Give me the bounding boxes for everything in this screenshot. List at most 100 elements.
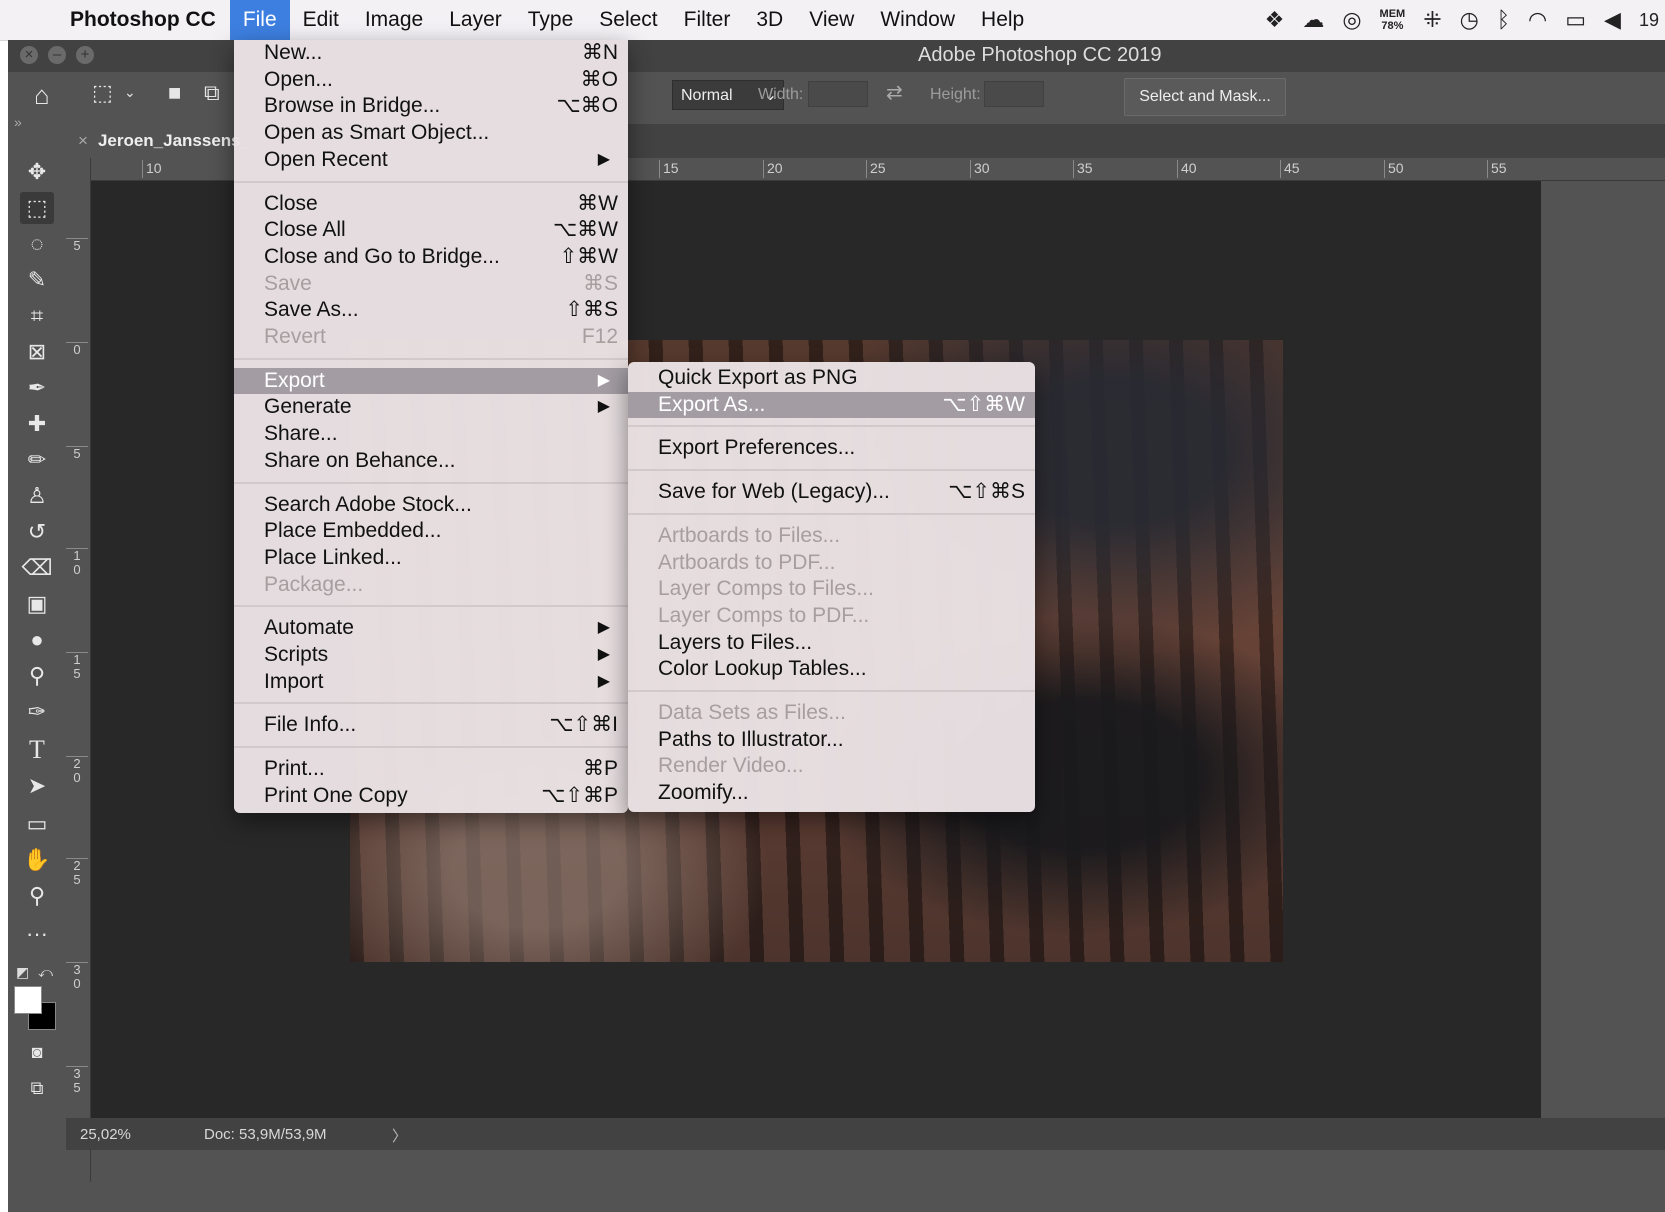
file-menu-item-share[interactable]: Share... [234,421,628,447]
file-menu-item-automate[interactable]: Automate ▶ [234,615,628,641]
file-menu-item-open[interactable]: Open... ⌘O [234,67,628,93]
foreground-color-swatch[interactable] [14,986,42,1014]
gradient-tool-icon[interactable]: ▣ [20,588,54,620]
airplay-icon[interactable]: ▭ [1565,7,1586,33]
export-menu-item-layers-to-files[interactable]: Layers to Files... [628,630,1035,656]
add-selection-icon[interactable]: ⧉ [204,80,220,106]
blur-tool-icon[interactable]: ● [20,624,54,656]
close-tab-icon[interactable]: × [78,131,88,150]
file-menu-item-open-recent[interactable]: Open Recent ▶ [234,147,628,173]
path-select-tool-icon[interactable]: ➤ [20,770,54,802]
file-menu-item-browse-in-bridge[interactable]: Browse in Bridge... ⌥⌘O [234,93,628,119]
menu-filter[interactable]: Filter [671,0,744,40]
zoom-level[interactable]: 25,02% [80,1126,131,1143]
creative-cloud-icon[interactable]: ◎ [1342,7,1361,33]
height-input[interactable] [984,81,1044,107]
export-menu-item-export-preferences[interactable]: Export Preferences... [628,435,1035,461]
quick-mask-icon[interactable]: ◙ [20,1036,54,1068]
menu-edit[interactable]: Edit [290,0,352,40]
default-colors-icon[interactable]: ◩ [16,964,29,981]
menu-view[interactable]: View [796,0,867,40]
export-menu-item-export-as[interactable]: Export As... ⌥⇧⌘W [628,391,1035,418]
file-menu-item-share-on-behance[interactable]: Share on Behance... [234,448,628,474]
menu-file[interactable]: File [229,0,290,40]
time-machine-icon[interactable]: ◷ [1460,7,1479,33]
export-menu-item-paths-to-illustrator[interactable]: Paths to Illustrator... [628,727,1035,753]
crop-tool-icon[interactable]: ⌗ [20,300,54,332]
width-input[interactable] [808,81,868,107]
file-menu-item-close-all[interactable]: Close All ⌥⌘W [234,217,628,243]
file-menu-item-scripts[interactable]: Scripts ▶ [234,642,628,668]
chevron-down-icon[interactable]: ⌄ [124,84,136,101]
marquee-tool-icon[interactable]: ⬚ [20,192,54,224]
clone-stamp-tool-icon[interactable]: ♙ [20,480,54,512]
file-menu-item-export[interactable]: Export ▶ [234,367,628,394]
more-tools-icon[interactable]: ··· [20,918,54,950]
close-window-icon[interactable]: × [20,46,38,64]
eraser-tool-icon[interactable]: ⌫ [20,552,54,584]
export-menu-item-zoomify[interactable]: Zoomify... [628,780,1035,806]
select-and-mask-button[interactable]: Select and Mask... [1124,78,1286,116]
swap-icon[interactable]: ⇄ [886,80,903,105]
file-menu-item-save-as[interactable]: Save As... ⇧⌘S [234,297,628,323]
quick-select-tool-icon[interactable]: ✎ [20,264,54,296]
minimize-window-icon[interactable]: – [48,46,66,64]
app-menu[interactable]: Photoshop CC [70,8,216,32]
dodge-tool-icon[interactable]: ⚲ [20,660,54,692]
pen-tool-icon[interactable]: ✑ [20,696,54,728]
file-menu-item-file-info[interactable]: File Info... ⌥⇧⌘I [234,712,628,738]
move-tool-icon[interactable]: ✥ [20,156,54,188]
volume-icon[interactable]: ◀ [1604,7,1621,33]
memory-indicator[interactable]: MEM 78% [1380,8,1406,32]
menu-image[interactable]: Image [352,0,436,40]
status-menu-arrow-icon[interactable]: 〉 [392,1125,407,1146]
export-menu-item-color-lookup-tables[interactable]: Color Lookup Tables... [628,656,1035,682]
menu-help[interactable]: Help [968,0,1037,40]
zoom-window-icon[interactable]: + [76,46,94,64]
menu-item-label: Place Embedded... [264,519,442,543]
export-menu-item-save-for-web-legacy[interactable]: Save for Web (Legacy)... ⌥⇧⌘S [628,479,1035,505]
file-menu-item-import[interactable]: Import ▶ [234,669,628,695]
frame-tool-icon[interactable]: ⊠ [20,336,54,368]
hand-tool-icon[interactable]: ✋ [20,844,54,876]
history-brush-tool-icon[interactable]: ↺ [20,516,54,548]
menu-item-label: Automate [264,616,354,640]
home-icon[interactable]: ⌂ [34,80,50,111]
eyedropper-tool-icon[interactable]: ✒ [20,372,54,404]
brush-tool-icon[interactable]: ✏ [20,444,54,476]
file-menu-item-place-linked[interactable]: Place Linked... [234,545,628,571]
menu-layer[interactable]: Layer [436,0,515,40]
menu-type[interactable]: Type [515,0,587,40]
zoom-tool-icon[interactable]: ⚲ [20,880,54,912]
ruler-vertical[interactable]: 5 0 5 1 0 1 5 2 0 2 5 3 0 3 5 [66,158,91,1182]
cloud-upload-icon[interactable]: ☁ [1302,7,1324,33]
file-menu-item-close-and-go-to-bridge[interactable]: Close and Go to Bridge... ⇧⌘W [234,244,628,270]
wifi-icon[interactable]: ◠ [1528,7,1547,33]
rectangle-tool-icon[interactable]: ▭ [20,808,54,840]
menu-select[interactable]: Select [586,0,670,40]
file-menu-item-print[interactable]: Print... ⌘P [234,756,628,782]
clock-text[interactable]: 19 [1639,10,1659,31]
bluetooth-icon[interactable]: ᛒ [1497,7,1510,33]
file-menu-item-generate[interactable]: Generate ▶ [234,394,628,420]
menu-3d[interactable]: 3D [743,0,796,40]
file-menu-item-place-embedded[interactable]: Place Embedded... [234,518,628,544]
marquee-preset-icon[interactable]: ⬚ [92,80,113,106]
file-menu-item-search-adobe-stock[interactable]: Search Adobe Stock... [234,492,628,518]
export-menu-item-quick-export-as-png[interactable]: Quick Export as PNG [628,365,1035,391]
document-tab[interactable]: × Jeroen_Janssens_ [66,124,250,158]
file-menu-item-open-as-smart-object[interactable]: Open as Smart Object... [234,120,628,146]
expand-panel-icon[interactable]: » [14,114,22,130]
file-menu-item-close[interactable]: Close ⌘W [234,191,628,217]
grid-dots-icon[interactable]: ⁜ [1423,7,1441,33]
lasso-tool-icon[interactable]: ◌ [20,228,54,260]
dropbox-icon[interactable]: ❖ [1265,7,1285,33]
menu-window[interactable]: Window [867,0,968,40]
screen-mode-icon[interactable]: ⧉ [20,1072,54,1104]
type-tool-icon[interactable]: T [20,734,54,766]
healing-brush-tool-icon[interactable]: ✚ [20,408,54,440]
file-menu-item-print-one-copy[interactable]: Print One Copy ⌥⇧⌘P [234,783,628,809]
swap-colors-icon[interactable]: ⤺ [38,964,53,981]
new-selection-icon[interactable]: ■ [168,80,181,106]
file-menu-item-new[interactable]: New... ⌘N [234,40,628,66]
